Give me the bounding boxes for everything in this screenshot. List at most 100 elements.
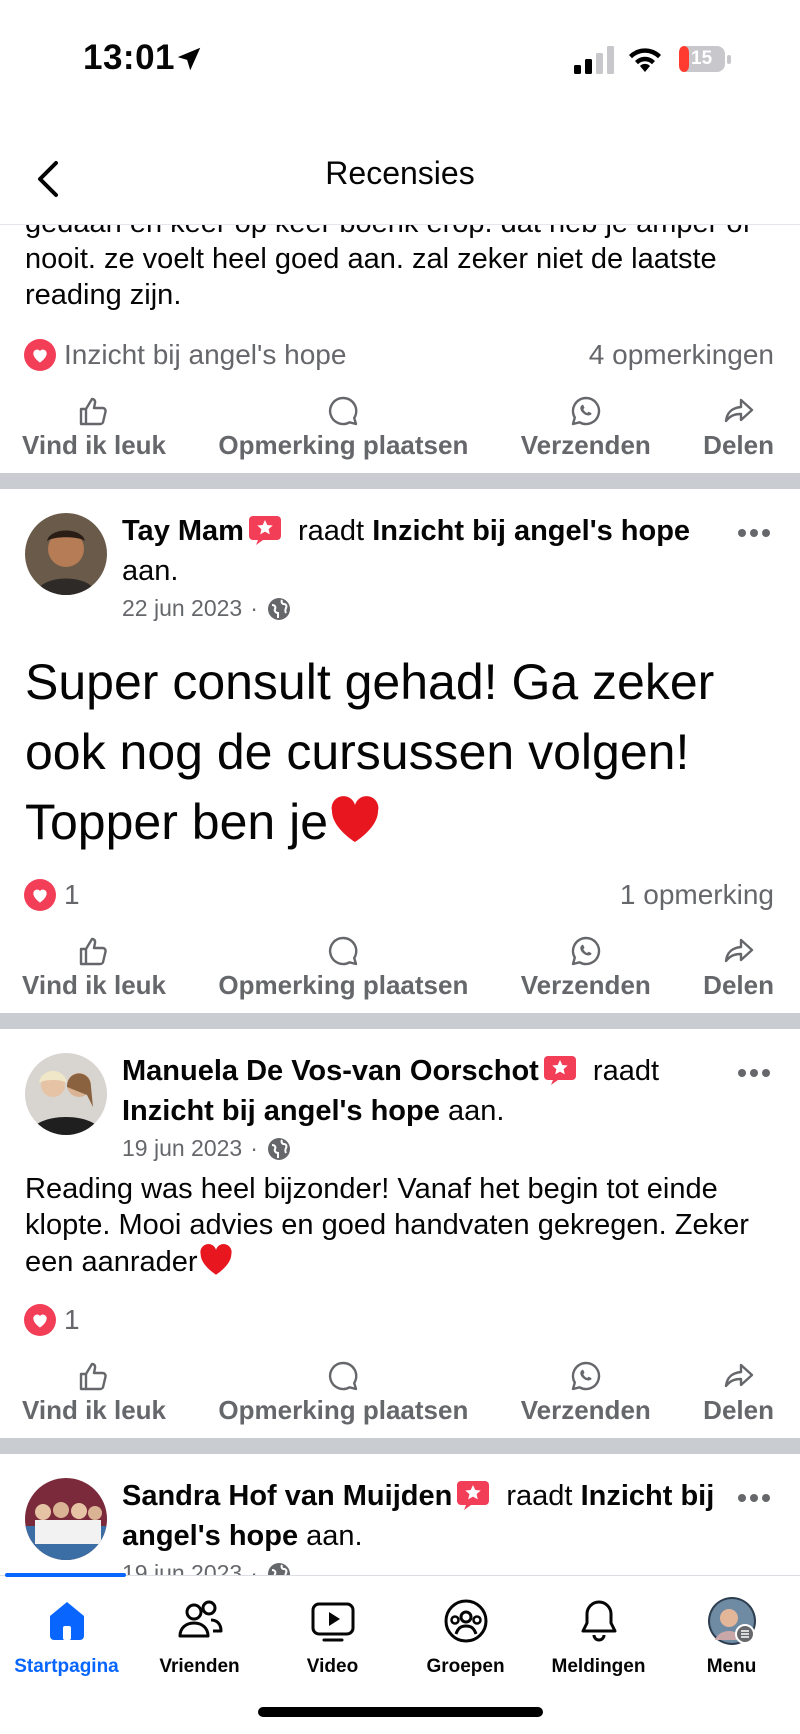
share-button[interactable]: Delen <box>703 394 774 461</box>
action-bar: Vind ik leuk Opmerking plaatsen Verzende… <box>0 1346 800 1438</box>
tab-friends[interactable]: Vrienden <box>133 1596 266 1678</box>
friends-icon <box>178 1600 222 1638</box>
author-name[interactable]: Sandra Hof van Muijden <box>122 1480 452 1512</box>
like-label: Vind ik leuk <box>22 1394 167 1425</box>
red-heart-emoji <box>331 796 379 842</box>
tab-groups[interactable]: Groepen <box>399 1596 532 1678</box>
avatar[interactable] <box>25 513 107 595</box>
comment-button[interactable]: Opmerking plaatsen <box>218 1359 468 1426</box>
like-button[interactable]: Vind ik leuk <box>22 934 166 1001</box>
tab-notifications[interactable]: Meldingen <box>532 1596 665 1678</box>
post-date[interactable]: 19 jun 2023 <box>122 1135 242 1162</box>
thumbs-up-icon <box>79 397 107 425</box>
recommends-icon <box>457 1481 490 1510</box>
author-name[interactable]: Manuela De Vos-van Oorschot <box>122 1055 539 1087</box>
send-button[interactable]: Verzenden <box>521 394 651 461</box>
wifi-icon <box>629 48 661 72</box>
share-arrow-icon <box>724 398 753 422</box>
post-divider <box>0 1438 800 1454</box>
tab-menu[interactable]: Menu <box>665 1596 798 1678</box>
home-indicator[interactable] <box>258 1707 543 1717</box>
review-post: Manuela De Vos-van Oorschot raadt Inzich… <box>0 1029 800 1438</box>
reaction-names[interactable]: Inzicht bij angel's hope <box>64 339 346 371</box>
recommends-verb: raadt <box>298 515 365 547</box>
review-post: Tay Mam raadt Inzicht bij angel's hope a… <box>0 489 800 1013</box>
meta-dot: · <box>250 1560 258 1575</box>
post-header: Tay Mam raadt Inzicht bij angel's hope a… <box>0 489 800 639</box>
avatar[interactable] <box>25 1478 107 1560</box>
location-arrow-icon <box>177 47 201 71</box>
post-text-content: Reading was heel bijzonder! Vanaf het be… <box>25 1173 749 1278</box>
status-time: 13:01 <box>83 38 176 77</box>
reaction-count[interactable]: 1 <box>64 1304 80 1336</box>
tab-friends-label: Vrienden <box>159 1656 240 1677</box>
post-header: Manuela De Vos-van Oorschot raadt Inzich… <box>0 1029 800 1169</box>
share-button[interactable]: Delen <box>703 934 774 1001</box>
love-reaction-icon <box>24 879 56 911</box>
reaction-count[interactable]: 1 <box>64 879 80 911</box>
reviews-feed[interactable]: gedaan en keer op keer boenk erop. dat h… <box>0 225 800 1575</box>
post-text: Reading was heel bijzonder! Vanaf het be… <box>0 1171 800 1280</box>
comment-label: Opmerking plaatsen <box>218 969 469 1000</box>
comment-count[interactable]: 1 opmerking <box>620 879 774 911</box>
share-label: Delen <box>703 969 774 1000</box>
recommends-verb: raadt <box>592 1055 660 1087</box>
post-text: Super consult gehad! Ga zeker ook nog de… <box>0 647 800 857</box>
video-icon <box>311 1602 354 1642</box>
tab-video[interactable]: Video <box>266 1596 399 1678</box>
recommends-suffix: aan. <box>447 1095 505 1127</box>
author-name[interactable]: Tay Mam <box>122 515 244 547</box>
whatsapp-icon <box>571 396 600 425</box>
send-button[interactable]: Verzenden <box>521 1359 651 1426</box>
more-options-icon[interactable] <box>736 1067 772 1079</box>
thumbs-up-icon <box>79 1362 107 1390</box>
battery-icon: 15 <box>678 44 732 74</box>
home-icon <box>49 1602 84 1640</box>
comment-bubble-icon <box>329 1361 358 1390</box>
bell-icon <box>581 1600 616 1642</box>
reaction-summary: 1 1 opmerking <box>0 869 800 921</box>
reaction-summary: Inzicht bij angel's hope 4 opmerkingen <box>0 329 800 381</box>
like-label: Vind ik leuk <box>22 429 167 460</box>
post-date[interactable]: 19 jun 2023 <box>122 1560 242 1575</box>
post-date[interactable]: 22 jun 2023 <box>122 595 242 622</box>
page-name[interactable]: Inzicht bij angel's hope <box>122 1095 440 1127</box>
globe-icon <box>267 1562 290 1575</box>
like-button[interactable]: Vind ik leuk <box>22 1359 166 1426</box>
reaction-summary: 1 <box>0 1294 800 1346</box>
avatar[interactable] <box>25 1053 107 1135</box>
post-divider <box>0 473 800 489</box>
globe-icon <box>267 1137 290 1160</box>
recommends-suffix: aan. <box>306 1520 363 1552</box>
recommends-suffix: aan. <box>122 555 179 587</box>
comment-label: Opmerking plaatsen <box>218 1394 469 1425</box>
love-reaction-icon <box>24 339 56 371</box>
groups-icon <box>444 1599 487 1643</box>
send-button[interactable]: Verzenden <box>521 934 651 1001</box>
comment-count[interactable]: 4 opmerkingen <box>589 339 774 371</box>
more-options-icon[interactable] <box>736 527 772 539</box>
page-name[interactable]: Inzicht bij angel's hope <box>372 515 690 547</box>
tab-groups-label: Groepen <box>426 1656 505 1677</box>
comment-bubble-icon <box>329 936 358 965</box>
comment-bubble-icon <box>329 396 358 425</box>
post-text: gedaan en keer op keer boenk erop. dat h… <box>25 225 751 311</box>
battery-level: 15 <box>691 48 713 69</box>
like-button[interactable]: Vind ik leuk <box>22 394 166 461</box>
action-bar: Vind ik leuk Opmerking plaatsen Verzende… <box>0 381 800 473</box>
comment-button[interactable]: Opmerking plaatsen <box>218 934 468 1001</box>
post-header: Sandra Hof van Muijden raadt Inzicht bij… <box>0 1454 800 1575</box>
recommends-icon <box>543 1056 576 1085</box>
share-label: Delen <box>703 429 774 460</box>
page-title: Recensies <box>325 155 475 191</box>
share-button[interactable]: Delen <box>703 1359 774 1426</box>
whatsapp-icon <box>571 936 600 965</box>
whatsapp-icon <box>571 1361 600 1390</box>
comment-button[interactable]: Opmerking plaatsen <box>218 394 468 461</box>
thumbs-up-icon <box>79 937 107 965</box>
tab-home[interactable]: Startpagina <box>0 1596 133 1678</box>
love-reaction-icon <box>24 1304 56 1336</box>
recommends-icon <box>248 516 281 545</box>
more-options-icon[interactable] <box>736 1492 772 1504</box>
tab-notifications-label: Meldingen <box>551 1656 646 1677</box>
